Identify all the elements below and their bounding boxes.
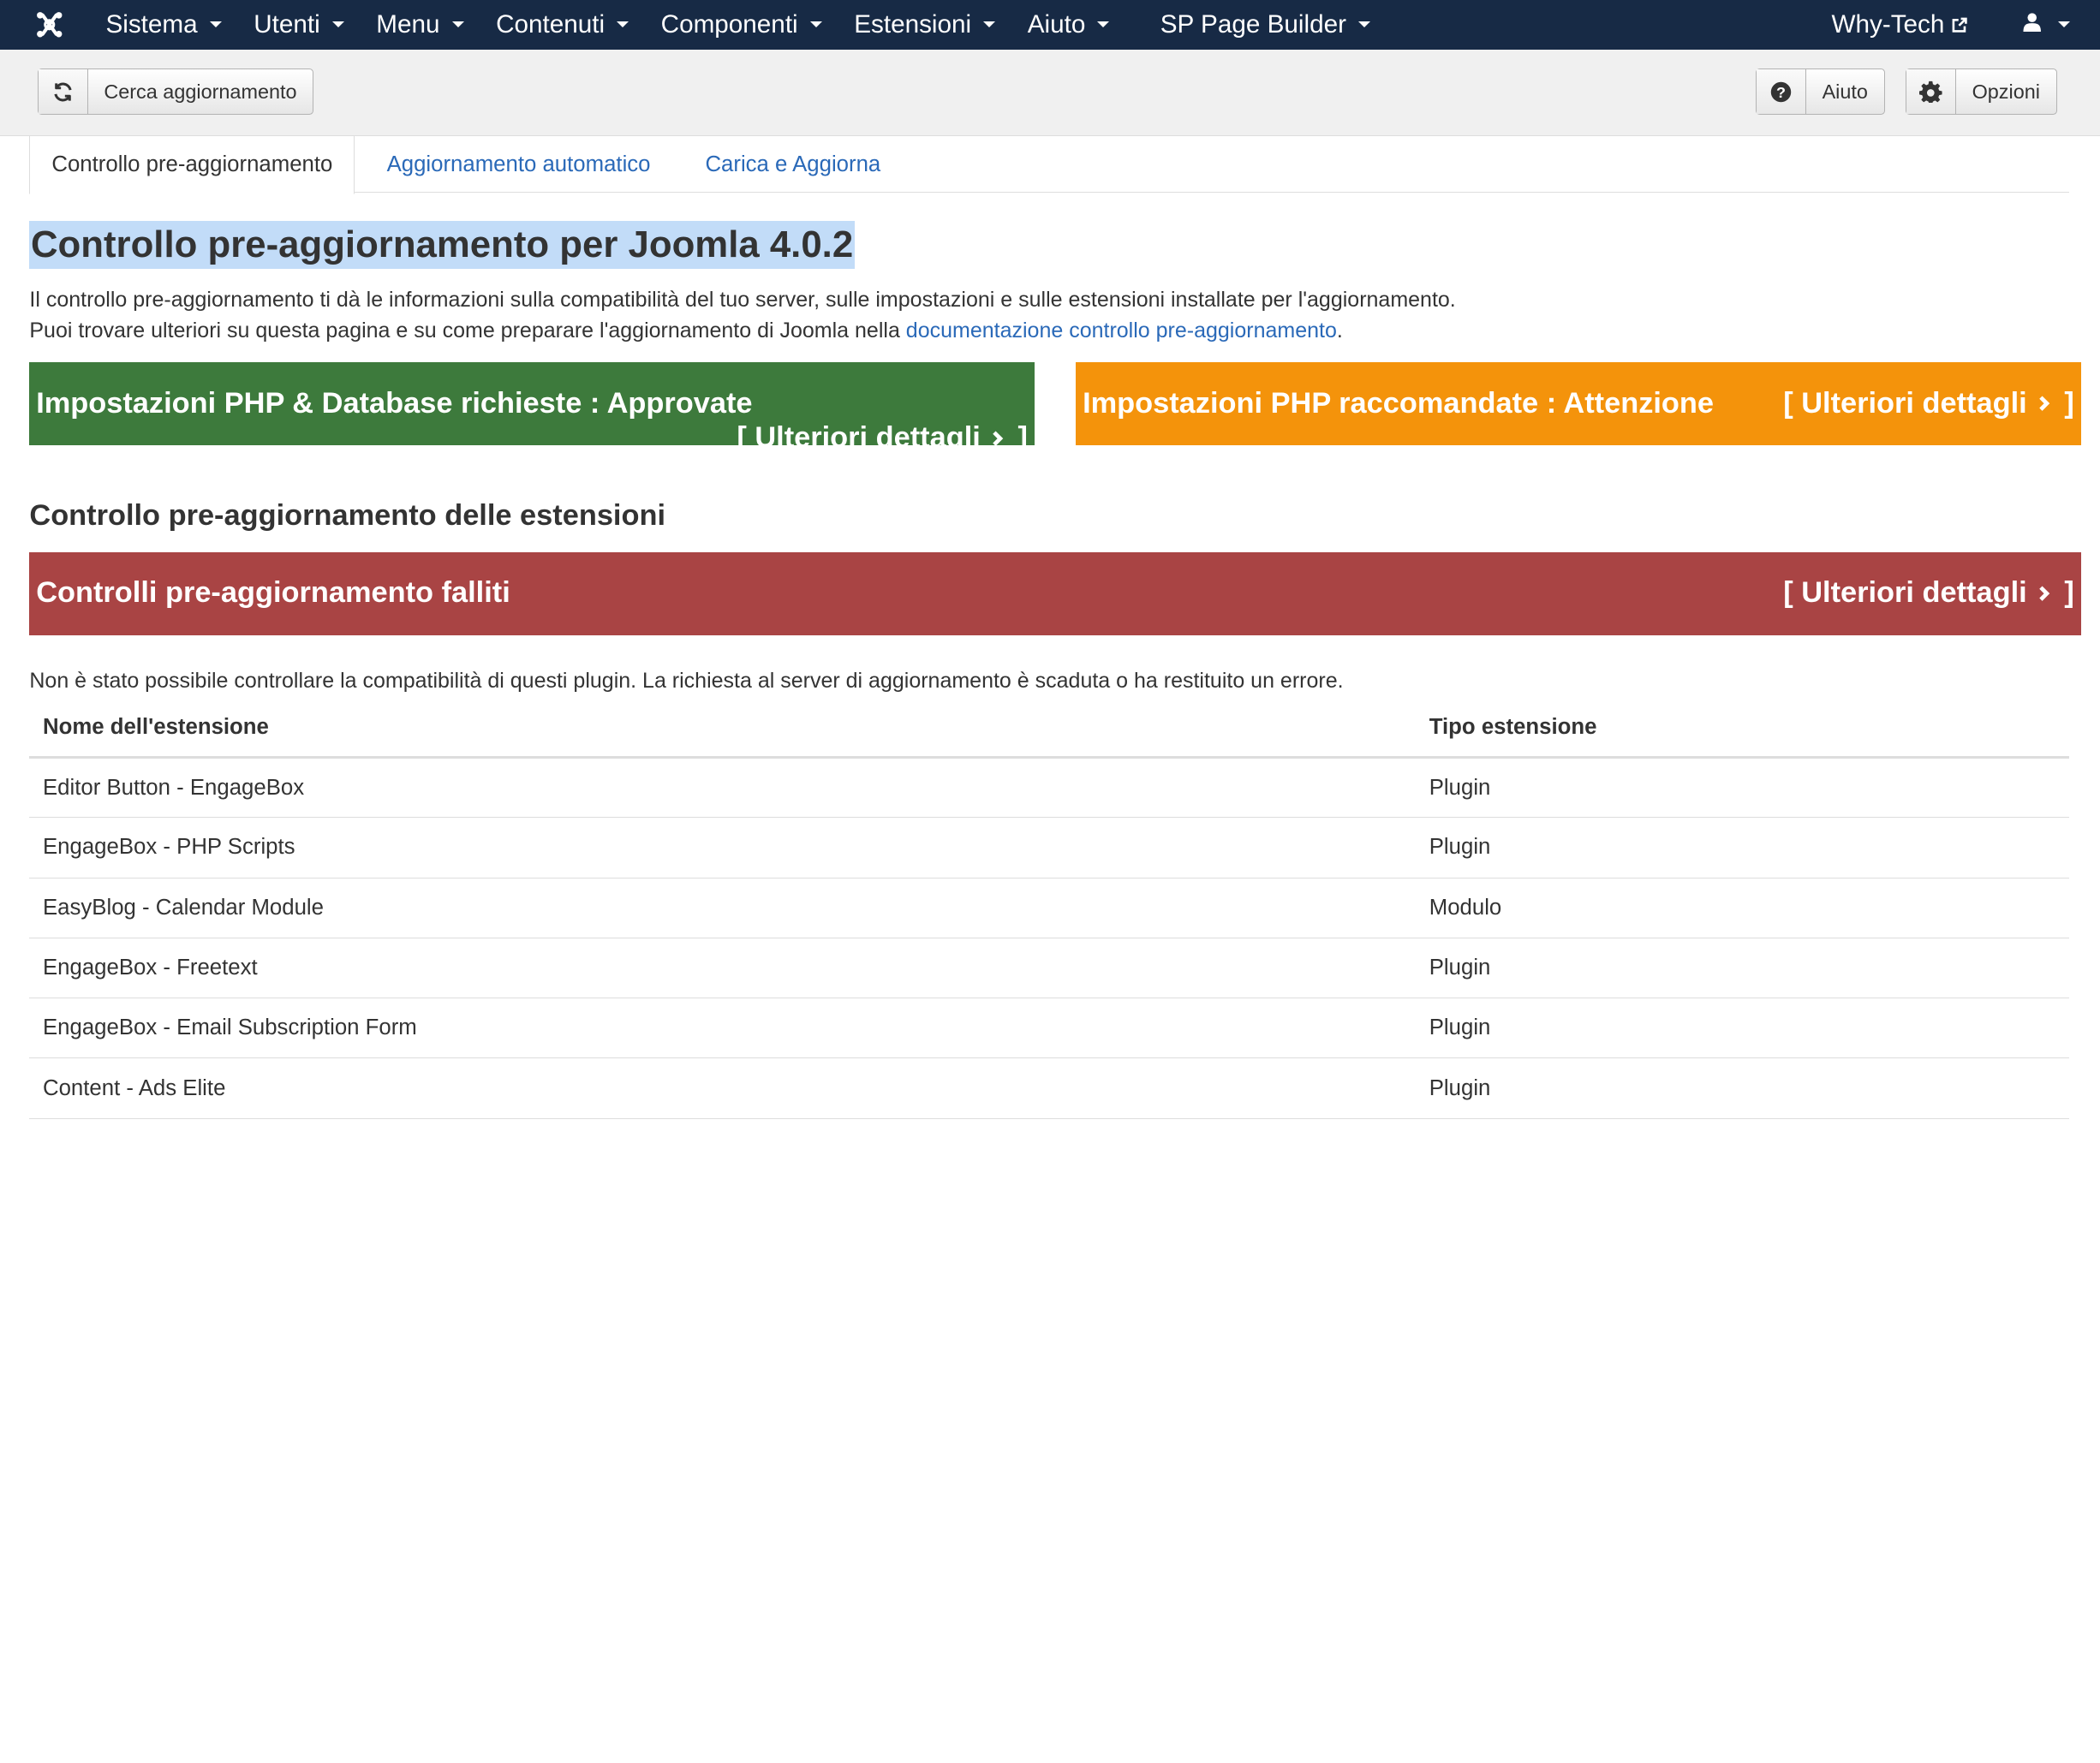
tab-upload-update[interactable]: Carica e Aggiorna [705, 135, 880, 194]
extensions-table: Nome dell'estensione Tipo estensione Edi… [29, 698, 2069, 1119]
top-navbar: Sistema Utenti Menu Contenuti Componenti… [0, 0, 2100, 50]
menu-label: Estensioni [854, 9, 972, 39]
bracket-close: ] [1017, 421, 1028, 446]
caret-down-icon [617, 21, 629, 29]
table-header-row: Nome dell'estensione Tipo estensione [29, 698, 2069, 759]
extension-name: EasyBlog - Calendar Module [29, 878, 1417, 938]
extension-type: Plugin [1416, 938, 2069, 999]
caret-down-icon [809, 21, 822, 29]
tab-automatic-update[interactable]: Aggiornamento automatico [387, 135, 651, 194]
question-circle-icon: ? [1757, 68, 1806, 115]
toolbar: Cerca aggiornamento ? Aiuto Opzioni [0, 49, 2100, 137]
check-updates-label: Cerca aggiornamento [104, 80, 297, 103]
table-row: Editor Button - EngageBox Plugin [29, 757, 2069, 819]
more-details-label: [ Ulteriori dettagli [737, 421, 981, 446]
table-row: Content - Ads Elite Plugin [29, 1057, 2069, 1119]
menu-estensioni[interactable]: Estensioni [838, 0, 1011, 50]
menu-componenti[interactable]: Componenti [645, 0, 838, 50]
svg-text:?: ? [1776, 84, 1786, 101]
menu-sp-page-builder[interactable]: SP Page Builder [1144, 0, 1387, 50]
column-header-name: Nome dell'estensione [29, 698, 1417, 759]
joomla-logo-icon[interactable] [0, 0, 99, 50]
caret-down-icon [1358, 21, 1371, 29]
extensions-note: Non è stato possibile controllare la com… [29, 669, 1344, 694]
help-button[interactable]: ? Aiuto [1756, 68, 1885, 116]
external-link-icon [1951, 16, 1968, 33]
table-row: EasyBlog - Calendar Module Modulo [29, 878, 2069, 938]
table-row: EngageBox - Email Subscription Form Plugi… [29, 998, 2069, 1059]
navbar-right: Why-Tech [1816, 0, 2100, 50]
page-title: Controllo pre-aggiornamento per Joomla 4… [29, 220, 855, 270]
panel-title: Impostazioni PHP & Database richieste : … [36, 386, 753, 420]
options-button[interactable]: Opzioni [1906, 68, 2057, 116]
caret-down-icon [983, 21, 996, 29]
extension-name: Content - Ads Elite [29, 1057, 1417, 1119]
refresh-icon [38, 68, 88, 115]
site-link[interactable]: Why-Tech [1816, 0, 1985, 50]
extension-type: Plugin [1416, 757, 2069, 819]
site-link-label: Why-Tech [1831, 9, 1945, 39]
more-details-label: [ Ulteriori dettagli [1783, 386, 2027, 420]
page: Sistema Utenti Menu Contenuti Componenti… [0, 0, 2100, 1128]
menu-contenuti[interactable]: Contenuti [480, 0, 645, 50]
panel-title: Controlli pre-aggiornamento falliti [36, 576, 510, 610]
caret-down-icon [1097, 21, 1110, 29]
extension-name: EngageBox - Freetext [29, 938, 1417, 999]
panel-title: Impostazioni PHP raccomandate : Attenzio… [1083, 386, 1715, 420]
menu-menu[interactable]: Menu [361, 0, 480, 50]
options-label: Opzioni [1972, 80, 2040, 103]
check-updates-button[interactable]: Cerca aggiornamento [37, 68, 314, 116]
chevron-right-icon [2037, 395, 2051, 412]
menu-label: Sistema [105, 9, 198, 39]
caret-down-icon [331, 21, 344, 29]
menu-label: Componenti [660, 9, 798, 39]
bracket-close: ] [2064, 386, 2074, 420]
help-label: Aiuto [1822, 80, 1868, 103]
more-details-label: [ Ulteriori dettagli [1783, 576, 2027, 610]
more-details-link[interactable]: [ Ulteriori dettagli ] [1783, 387, 2074, 420]
caret-down-icon [2058, 21, 2071, 29]
menu-label: SP Page Builder [1160, 9, 1346, 39]
tab-pre-update-check[interactable]: Controllo pre-aggiornamento [29, 134, 355, 194]
description-suffix: . [1336, 318, 1343, 342]
description-line-1: Il controllo pre-aggiornamento ti dà le … [29, 287, 1456, 312]
extension-type: Modulo [1416, 878, 2069, 938]
menu-label: Menu [376, 9, 440, 39]
extension-name: EngageBox - PHP Scripts [29, 817, 1417, 879]
more-details-link[interactable]: [ Ulteriori dettagli ] [1783, 576, 2074, 610]
description-line-2: Puoi trovare ulteriori su questa pagina … [29, 319, 1342, 343]
more-details-link[interactable]: [ Ulteriori dettagli ] [737, 421, 1028, 446]
menu-utenti[interactable]: Utenti [237, 0, 360, 50]
table-row: EngageBox - PHP Scripts Plugin [29, 817, 2069, 879]
php-recommended-panel: Impostazioni PHP raccomandate : Attenzio… [1076, 362, 2081, 446]
extension-type: Plugin [1416, 817, 2069, 879]
user-menu[interactable] [1984, 0, 2099, 50]
extension-name: EngageBox - Email Subscription Form [29, 998, 1417, 1059]
description-text: Puoi trovare ulteriori su questa pagina … [29, 318, 906, 342]
menu-label: Contenuti [496, 9, 606, 39]
menu-label: Aiuto [1027, 9, 1086, 39]
tab-bar: Controllo pre-aggiornamento Aggiornament… [29, 134, 2069, 194]
bracket-close: ] [2064, 576, 2074, 610]
php-database-required-panel: Impostazioni PHP & Database richieste : … [29, 362, 1035, 446]
menu-label: Utenti [254, 9, 320, 39]
extension-name: Editor Button - EngageBox [29, 757, 1417, 819]
menu-aiuto[interactable]: Aiuto [1011, 0, 1125, 50]
user-icon [2022, 12, 2042, 38]
column-header-type: Tipo estensione [1416, 698, 2069, 759]
chevron-right-icon [2037, 585, 2051, 602]
chevron-right-icon [991, 430, 1005, 446]
menu-sistema[interactable]: Sistema [99, 0, 238, 50]
caret-down-icon [451, 21, 464, 29]
extensions-section-title: Controllo pre-aggiornamento delle estens… [29, 498, 665, 532]
extensions-failed-panel: Controlli pre-aggiornamento falliti [ Ul… [29, 552, 2081, 636]
gear-icon [1906, 68, 1956, 115]
extension-type: Plugin [1416, 998, 2069, 1059]
table-row: EngageBox - Freetext Plugin [29, 938, 2069, 999]
extension-type: Plugin [1416, 1057, 2069, 1119]
documentation-link[interactable]: documentazione controllo pre-aggiornamen… [906, 319, 1337, 342]
caret-down-icon [209, 21, 222, 29]
